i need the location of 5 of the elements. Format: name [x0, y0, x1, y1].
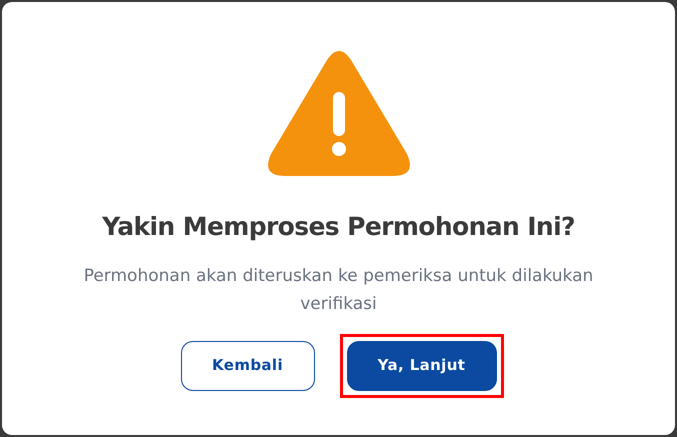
dialog-message: Permohonan akan diteruskan ke pemeriksa untuk dilakukan verifikasi: [82, 264, 594, 316]
dialog-title: Yakin Memproses Permohonan Ini?: [102, 211, 575, 243]
confirm-button[interactable]: Ya, Lanjut: [346, 340, 496, 390]
back-button[interactable]: Kembali: [180, 340, 314, 390]
warning-icon: [266, 50, 410, 178]
